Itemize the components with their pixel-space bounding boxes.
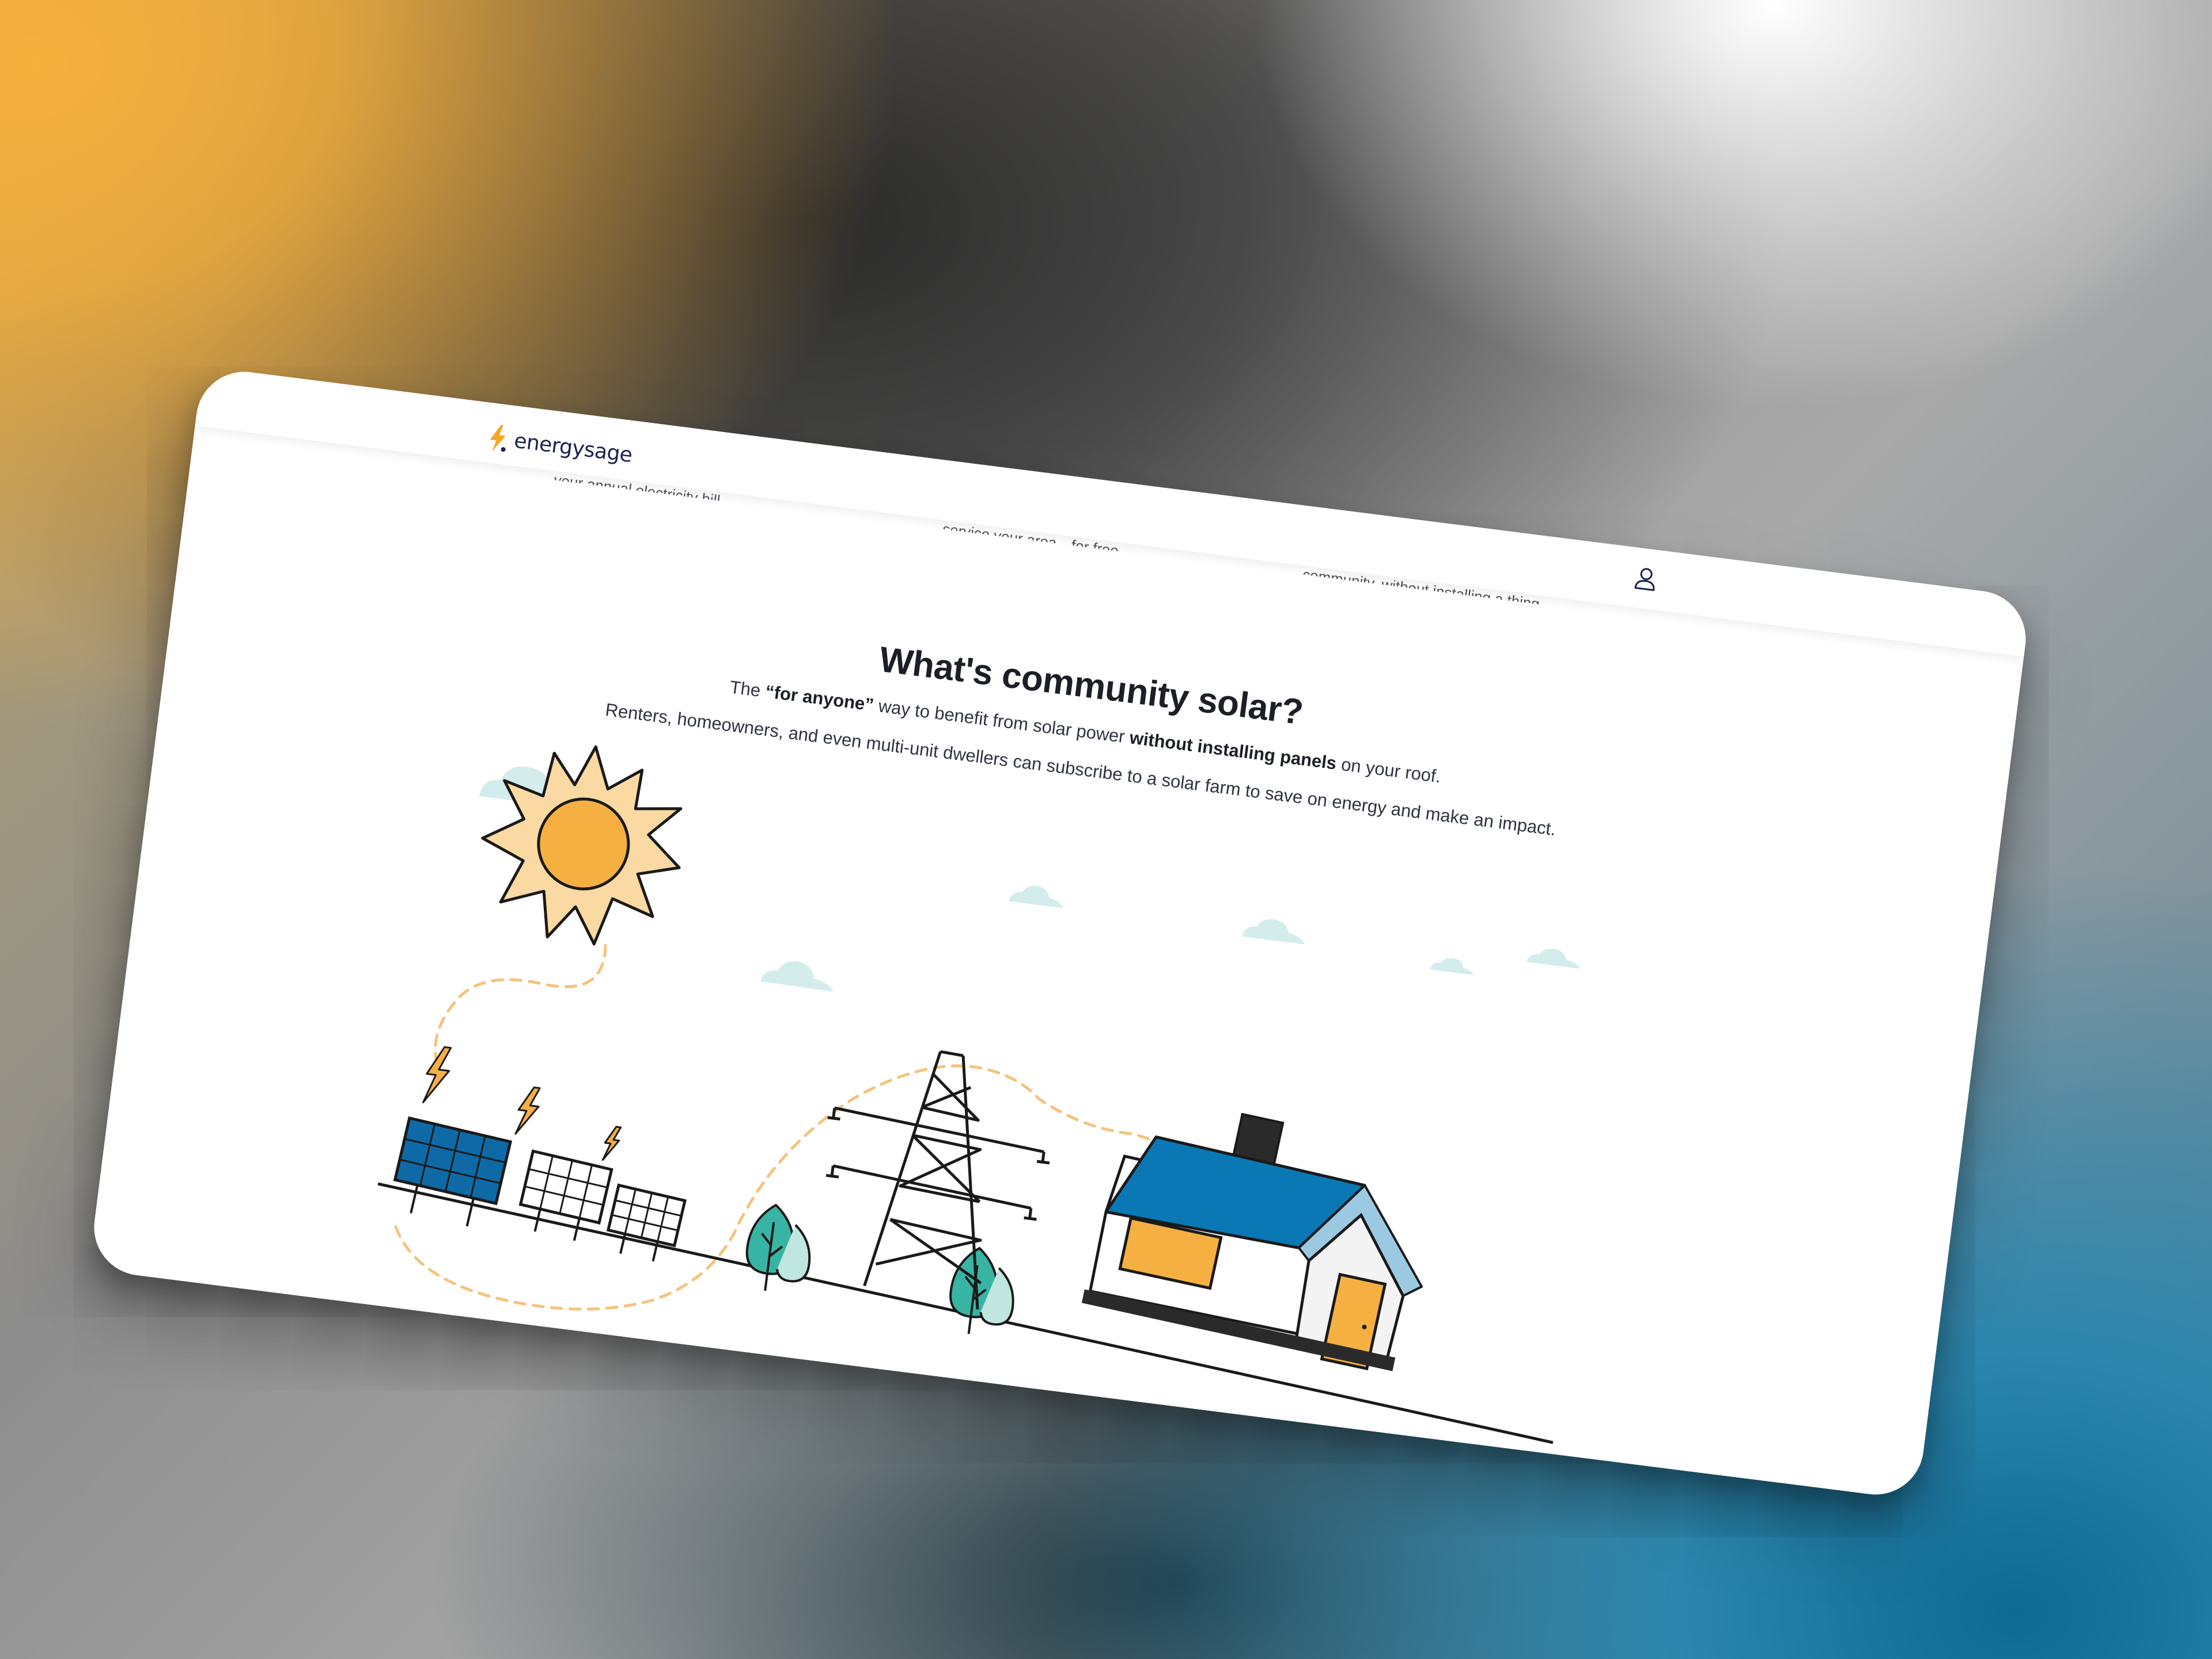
lightning-icon (514, 1086, 541, 1135)
cloud-icon (1430, 958, 1474, 975)
cloud-icon (760, 961, 834, 992)
subtitle-text-1: The (728, 676, 767, 702)
subtitle-text-3: on your roof. (1335, 753, 1442, 787)
subtitle-emphasis-1: “for anyone” (764, 681, 875, 715)
sun-icon (481, 745, 683, 946)
solar-panel-icon (606, 1183, 687, 1262)
cloud-icon (1242, 919, 1305, 945)
brand-name: energysage (513, 429, 634, 467)
lightning-icon (601, 1126, 622, 1161)
tree-icon (949, 1247, 1014, 1334)
browser-page-card: energysage your annual electricity bill.… (88, 366, 2032, 1501)
lightning-icon (422, 1046, 452, 1104)
page-viewport: energysage your annual electricity bill.… (88, 366, 2032, 1501)
house-icon (1081, 1112, 1423, 1372)
cloud-icon (1527, 949, 1581, 969)
tree-icon (745, 1203, 811, 1291)
bolt-logo-icon (490, 425, 506, 452)
power-tower-icon (825, 1050, 1050, 1310)
energysage-logo[interactable]: energysage (485, 422, 634, 470)
energy-flow-path (394, 944, 1181, 1311)
cloud-icon (1009, 885, 1063, 908)
subtitle-emphasis-2: without installing panels (1128, 727, 1338, 774)
solar-panel-icon (393, 1116, 513, 1227)
user-icon[interactable] (1632, 565, 1660, 593)
